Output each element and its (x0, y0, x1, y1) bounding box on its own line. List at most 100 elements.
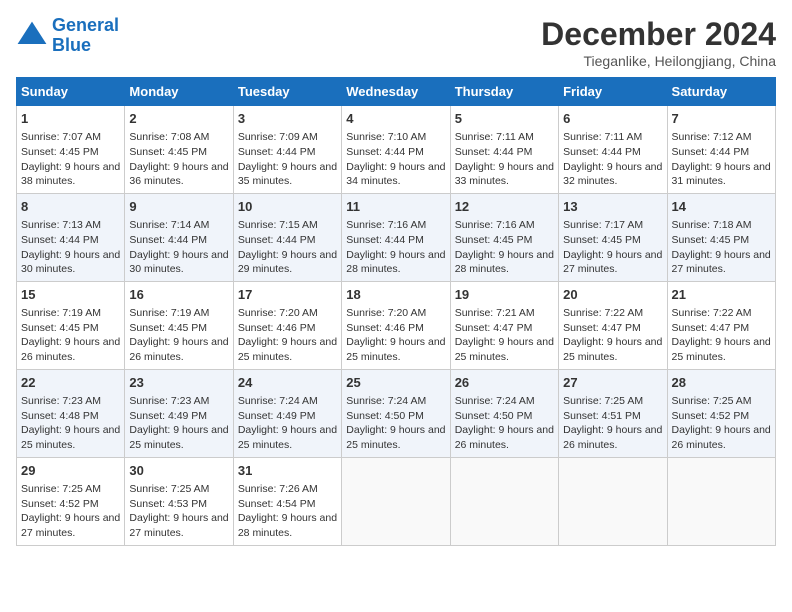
day-number: 12 (455, 198, 554, 216)
day-number: 21 (672, 286, 771, 304)
sunset-label: Sunset: 4:51 PM (563, 410, 641, 422)
sunrise-label: Sunrise: 7:21 AM (455, 307, 535, 319)
daylight-label: Daylight: 9 hours and 26 minutes. (672, 424, 771, 451)
daylight-label: Daylight: 9 hours and 36 minutes. (129, 161, 228, 188)
table-row: 7 Sunrise: 7:12 AM Sunset: 4:44 PM Dayli… (667, 106, 775, 194)
day-number: 17 (238, 286, 337, 304)
day-number: 26 (455, 374, 554, 392)
day-number: 2 (129, 110, 228, 128)
table-row: 9 Sunrise: 7:14 AM Sunset: 4:44 PM Dayli… (125, 193, 233, 281)
table-row: 3 Sunrise: 7:09 AM Sunset: 4:44 PM Dayli… (233, 106, 341, 194)
sunset-label: Sunset: 4:44 PM (346, 234, 424, 246)
daylight-label: Daylight: 9 hours and 27 minutes. (129, 512, 228, 539)
daylight-label: Daylight: 9 hours and 25 minutes. (21, 424, 120, 451)
day-number: 7 (672, 110, 771, 128)
sunrise-label: Sunrise: 7:20 AM (238, 307, 318, 319)
day-number: 4 (346, 110, 445, 128)
daylight-label: Daylight: 9 hours and 25 minutes. (346, 424, 445, 451)
day-number: 11 (346, 198, 445, 216)
sunset-label: Sunset: 4:44 PM (238, 146, 316, 158)
table-row: 16 Sunrise: 7:19 AM Sunset: 4:45 PM Dayl… (125, 281, 233, 369)
sunrise-label: Sunrise: 7:11 AM (455, 131, 534, 143)
daylight-label: Daylight: 9 hours and 26 minutes. (563, 424, 662, 451)
sunset-label: Sunset: 4:46 PM (346, 322, 424, 334)
day-number: 14 (672, 198, 771, 216)
table-row: 21 Sunrise: 7:22 AM Sunset: 4:47 PM Dayl… (667, 281, 775, 369)
daylight-label: Daylight: 9 hours and 28 minutes. (455, 249, 554, 276)
table-row: 29 Sunrise: 7:25 AM Sunset: 4:52 PM Dayl… (17, 457, 125, 545)
col-thursday: Thursday (450, 78, 558, 106)
sunrise-label: Sunrise: 7:24 AM (346, 395, 426, 407)
sunset-label: Sunset: 4:44 PM (238, 234, 316, 246)
table-row: 30 Sunrise: 7:25 AM Sunset: 4:53 PM Dayl… (125, 457, 233, 545)
sunset-label: Sunset: 4:45 PM (563, 234, 641, 246)
calendar-header: Sunday Monday Tuesday Wednesday Thursday… (17, 78, 776, 106)
sunset-label: Sunset: 4:44 PM (21, 234, 99, 246)
sunrise-label: Sunrise: 7:07 AM (21, 131, 101, 143)
table-row: 19 Sunrise: 7:21 AM Sunset: 4:47 PM Dayl… (450, 281, 558, 369)
day-number: 29 (21, 462, 120, 480)
daylight-label: Daylight: 9 hours and 30 minutes. (21, 249, 120, 276)
daylight-label: Daylight: 9 hours and 25 minutes. (455, 336, 554, 363)
table-row: 25 Sunrise: 7:24 AM Sunset: 4:50 PM Dayl… (342, 369, 450, 457)
daylight-label: Daylight: 9 hours and 30 minutes. (129, 249, 228, 276)
daylight-label: Daylight: 9 hours and 27 minutes. (563, 249, 662, 276)
sunrise-label: Sunrise: 7:24 AM (455, 395, 535, 407)
day-number: 24 (238, 374, 337, 392)
daylight-label: Daylight: 9 hours and 26 minutes. (455, 424, 554, 451)
day-number: 23 (129, 374, 228, 392)
sunrise-label: Sunrise: 7:12 AM (672, 131, 752, 143)
calendar-table: Sunday Monday Tuesday Wednesday Thursday… (16, 77, 776, 546)
page-header: General Blue December 2024 Tieganlike, H… (16, 16, 776, 69)
sunset-label: Sunset: 4:45 PM (21, 322, 99, 334)
sunrise-label: Sunrise: 7:25 AM (21, 483, 101, 495)
sunset-label: Sunset: 4:49 PM (129, 410, 207, 422)
sunrise-label: Sunrise: 7:23 AM (21, 395, 101, 407)
day-number: 8 (21, 198, 120, 216)
day-number: 6 (563, 110, 662, 128)
sunrise-label: Sunrise: 7:23 AM (129, 395, 209, 407)
sunrise-label: Sunrise: 7:11 AM (563, 131, 642, 143)
sunset-label: Sunset: 4:47 PM (563, 322, 641, 334)
sunrise-label: Sunrise: 7:10 AM (346, 131, 426, 143)
logo-text: General Blue (52, 16, 119, 56)
sunset-label: Sunset: 4:54 PM (238, 498, 316, 510)
day-number: 28 (672, 374, 771, 392)
sunrise-label: Sunrise: 7:19 AM (21, 307, 101, 319)
table-row: 12 Sunrise: 7:16 AM Sunset: 4:45 PM Dayl… (450, 193, 558, 281)
daylight-label: Daylight: 9 hours and 28 minutes. (238, 512, 337, 539)
day-number: 5 (455, 110, 554, 128)
table-row: 22 Sunrise: 7:23 AM Sunset: 4:48 PM Dayl… (17, 369, 125, 457)
sunset-label: Sunset: 4:49 PM (238, 410, 316, 422)
day-number: 3 (238, 110, 337, 128)
sunset-label: Sunset: 4:50 PM (346, 410, 424, 422)
daylight-label: Daylight: 9 hours and 35 minutes. (238, 161, 337, 188)
sunset-label: Sunset: 4:45 PM (672, 234, 750, 246)
sunset-label: Sunset: 4:45 PM (129, 146, 207, 158)
sunrise-label: Sunrise: 7:25 AM (563, 395, 643, 407)
col-wednesday: Wednesday (342, 78, 450, 106)
sunset-label: Sunset: 4:52 PM (21, 498, 99, 510)
col-friday: Friday (559, 78, 667, 106)
table-row: 6 Sunrise: 7:11 AM Sunset: 4:44 PM Dayli… (559, 106, 667, 194)
col-tuesday: Tuesday (233, 78, 341, 106)
sunset-label: Sunset: 4:50 PM (455, 410, 533, 422)
day-number: 30 (129, 462, 228, 480)
day-number: 15 (21, 286, 120, 304)
daylight-label: Daylight: 9 hours and 26 minutes. (21, 336, 120, 363)
sunrise-label: Sunrise: 7:25 AM (672, 395, 752, 407)
day-number: 9 (129, 198, 228, 216)
sunset-label: Sunset: 4:47 PM (455, 322, 533, 334)
daylight-label: Daylight: 9 hours and 27 minutes. (21, 512, 120, 539)
empty-cell (559, 457, 667, 545)
table-row: 10 Sunrise: 7:15 AM Sunset: 4:44 PM Dayl… (233, 193, 341, 281)
empty-cell (342, 457, 450, 545)
daylight-label: Daylight: 9 hours and 38 minutes. (21, 161, 120, 188)
table-row: 11 Sunrise: 7:16 AM Sunset: 4:44 PM Dayl… (342, 193, 450, 281)
sunrise-label: Sunrise: 7:08 AM (129, 131, 209, 143)
table-row: 20 Sunrise: 7:22 AM Sunset: 4:47 PM Dayl… (559, 281, 667, 369)
sunrise-label: Sunrise: 7:09 AM (238, 131, 318, 143)
daylight-label: Daylight: 9 hours and 25 minutes. (238, 336, 337, 363)
sunrise-label: Sunrise: 7:16 AM (346, 219, 426, 231)
logo-icon (16, 20, 48, 52)
